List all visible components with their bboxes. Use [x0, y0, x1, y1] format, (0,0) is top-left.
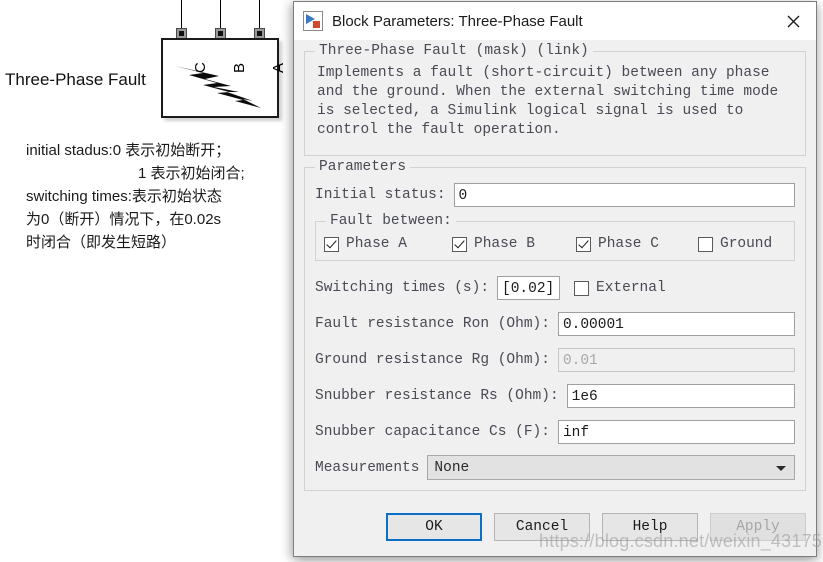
fault-between-group: Fault between: Phase A Phase B Phase C G…: [315, 213, 795, 261]
switching-times-label: Switching times (s):: [315, 280, 490, 296]
fault-between-legend: Fault between:: [326, 213, 456, 229]
checkbox-phase-c-box[interactable]: [576, 236, 591, 252]
dialog-button-bar: OK Cancel Help Apply https://blog.csdn.n…: [294, 498, 823, 556]
close-button[interactable]: [770, 2, 816, 40]
switching-times-input[interactable]: [0.02]: [497, 276, 561, 300]
block-label: Three-Phase Fault: [5, 70, 146, 89]
close-icon: [787, 15, 799, 27]
checkbox-external-box[interactable]: [574, 280, 590, 296]
snubber-capacitance-input[interactable]: inf: [557, 420, 795, 444]
measurements-label: Measurements: [315, 459, 420, 476]
mask-description-text: Implements a fault (short-circuit) betwe…: [317, 65, 779, 138]
annotation-line-1: initial stadus:0 表示初始断开；: [26, 142, 231, 159]
annotation-line-4: 为0（断开）情况下，在0.02s: [26, 211, 222, 228]
ground-resistance-input: 0.01: [557, 348, 795, 372]
parameters-group: Parameters Initial status: 0 Fault betwe…: [304, 159, 806, 491]
checkbox-phase-a[interactable]: Phase A: [324, 236, 452, 252]
measurements-row: Measurements None: [315, 455, 795, 480]
block-parameters-dialog: Block Parameters: Three-Phase Fault Thre…: [293, 1, 823, 557]
measurements-value: None: [434, 459, 470, 476]
simulink-block-area: C B A Three-Phase Fault initial stadus:0…: [0, 0, 293, 562]
checkbox-phase-a-box[interactable]: [324, 236, 339, 252]
checkbox-ground-box[interactable]: [698, 236, 713, 252]
checkbox-external-label: External: [596, 280, 666, 296]
checkbox-external[interactable]: External: [574, 280, 666, 296]
annotation-line-3: switching times:表示初始状态: [26, 188, 222, 205]
initial-status-label: Initial status:: [315, 187, 446, 203]
diagram-annotation: initial stadus:0 表示初始断开； 1 表示初始闭合; switc…: [26, 139, 276, 254]
fault-resistance-row: Fault resistance Ron (Ohm): 0.00001: [315, 311, 795, 337]
screenshot-root: C B A Three-Phase Fault initial stadus:0…: [0, 0, 823, 562]
checkbox-phase-a-label: Phase A: [346, 236, 407, 252]
port-wire-a: [259, 0, 260, 28]
measurements-select[interactable]: None: [427, 455, 795, 480]
help-button[interactable]: Help: [602, 513, 698, 541]
mask-description-legend: Three-Phase Fault (mask) (link): [315, 43, 593, 59]
simulink-block-icon: [303, 11, 323, 31]
lightning-bolt-icon: [175, 66, 261, 108]
checkbox-phase-b-box[interactable]: [452, 236, 467, 252]
snubber-resistance-input[interactable]: 1e6: [566, 384, 795, 408]
chevron-down-icon[interactable]: [776, 465, 786, 471]
snubber-capacitance-label: Snubber capacitance Cs (F):: [315, 424, 550, 440]
cancel-button[interactable]: Cancel: [494, 513, 590, 541]
checkbox-phase-b[interactable]: Phase B: [452, 236, 576, 252]
annotation-line-5: 时闭合（即发生短路）: [26, 234, 177, 251]
fault-resistance-input[interactable]: 0.00001: [557, 312, 795, 336]
checkbox-ground[interactable]: Ground: [698, 236, 772, 252]
initial-status-row: Initial status: 0: [315, 182, 795, 208]
switching-times-row: Switching times (s): [0.02] External: [315, 275, 795, 301]
ground-resistance-label: Ground resistance Rg (Ohm):: [315, 352, 550, 368]
dialog-scrollbar[interactable]: [807, 78, 815, 440]
checkbox-ground-label: Ground: [720, 236, 773, 252]
annotation-line-2: 1 表示初始闭合;: [138, 165, 245, 182]
ok-button[interactable]: OK: [386, 513, 482, 541]
checkbox-phase-c[interactable]: Phase C: [576, 236, 698, 252]
snubber-resistance-label: Snubber resistance Rs (Ohm):: [315, 388, 559, 404]
dialog-body: Three-Phase Fault (mask) (link) Implemen…: [294, 40, 816, 498]
snubber-resistance-row: Snubber resistance Rs (Ohm): 1e6: [315, 383, 795, 409]
mask-description-group: Three-Phase Fault (mask) (link) Implemen…: [304, 43, 806, 156]
initial-status-input[interactable]: 0: [453, 183, 795, 207]
port-wire-b: [220, 0, 221, 28]
port-wire-c: [181, 0, 182, 28]
fault-resistance-label: Fault resistance Ron (Ohm):: [315, 316, 550, 332]
checkbox-phase-c-label: Phase C: [598, 236, 659, 252]
apply-button: Apply: [710, 513, 806, 541]
ground-resistance-row: Ground resistance Rg (Ohm): 0.01: [315, 347, 795, 373]
dialog-title: Block Parameters: Three-Phase Fault: [332, 12, 583, 30]
three-phase-fault-block[interactable]: C B A: [161, 38, 287, 118]
dialog-titlebar[interactable]: Block Parameters: Three-Phase Fault: [294, 2, 816, 40]
fault-between-checkbox-row: Phase A Phase B Phase C Ground: [324, 236, 786, 252]
checkbox-phase-b-label: Phase B: [474, 236, 535, 252]
parameters-legend: Parameters: [315, 159, 411, 175]
snubber-capacitance-row: Snubber capacitance Cs (F): inf: [315, 419, 795, 445]
